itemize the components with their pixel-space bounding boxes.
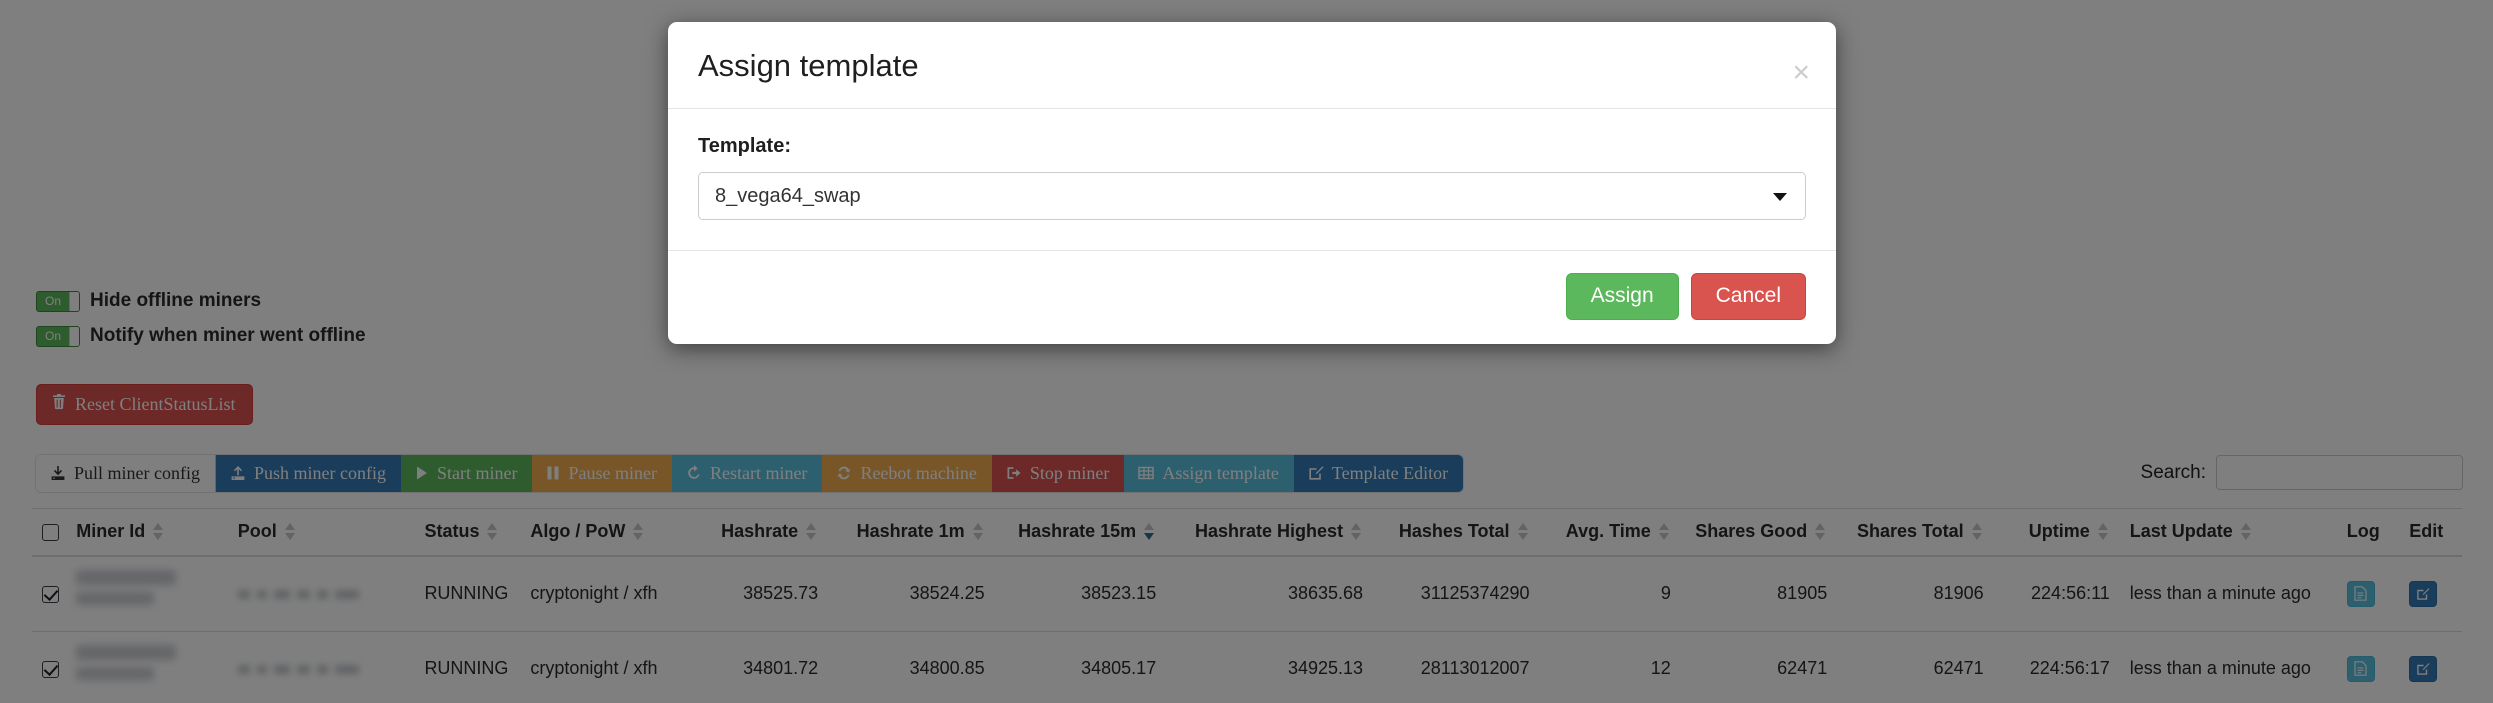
- chevron-down-icon: [1773, 193, 1787, 201]
- modal-header: Assign template ×: [668, 22, 1836, 109]
- template-field-label: Template:: [698, 135, 791, 157]
- assign-template-modal: Assign template × Template: 8_vega64_swa…: [668, 22, 1836, 344]
- modal-title: Assign template: [698, 48, 919, 83]
- assign-button[interactable]: Assign: [1565, 273, 1679, 320]
- template-select[interactable]: 8_vega64_swap: [698, 172, 1806, 220]
- cancel-button[interactable]: Cancel: [1690, 273, 1806, 320]
- modal-body: Template: 8_vega64_swap: [668, 109, 1836, 250]
- template-select-value: 8_vega64_swap: [715, 184, 861, 207]
- modal-footer: Assign Cancel: [668, 250, 1836, 344]
- close-icon[interactable]: ×: [1792, 58, 1810, 88]
